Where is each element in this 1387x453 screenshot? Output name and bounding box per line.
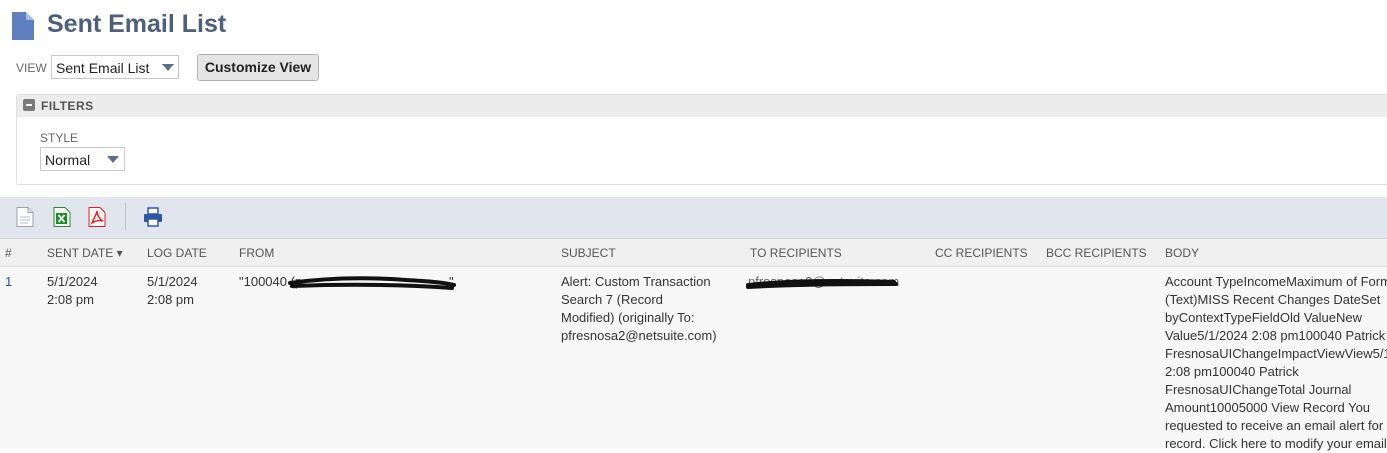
- redaction-scribble: [746, 279, 898, 289]
- body-line: FresnosaUIChangeImpactViewView5/1: [1165, 346, 1387, 361]
- chevron-down-icon: [107, 156, 119, 163]
- view-select-value: Sent Email List: [56, 60, 150, 76]
- column-header-subject[interactable]: SUBJECT: [561, 246, 616, 260]
- body-line: (Text)MISS Recent Changes DateSet: [1165, 292, 1381, 307]
- column-header-body[interactable]: BODY: [1165, 246, 1199, 260]
- body-line: Value5/1/2024 2:08 pm100040 Patrick: [1165, 328, 1386, 343]
- subject-line: pfresnosa2@netsuite.com): [561, 328, 717, 343]
- column-header-cc-recipients[interactable]: CC RECIPIENTS: [935, 246, 1028, 260]
- pdf-icon[interactable]: [88, 207, 106, 227]
- body-cell: Account TypeIncomeMaximum of Form (Text)…: [1165, 273, 1387, 453]
- view-label: VIEW: [16, 61, 47, 75]
- print-icon[interactable]: [143, 207, 163, 227]
- collapse-icon[interactable]: [23, 99, 35, 111]
- column-header-to-recipients[interactable]: TO RECIPIENTS: [750, 246, 842, 260]
- list-toolbar: [0, 197, 1387, 238]
- document-page-icon: [12, 12, 34, 40]
- subject-line: Search 7 (Record: [561, 292, 663, 307]
- column-header-number: #: [5, 246, 12, 260]
- page-title: Sent Email List: [47, 10, 227, 38]
- filters-header[interactable]: [17, 95, 1387, 117]
- body-line: 2:08 pm100040 Patrick: [1165, 364, 1299, 379]
- excel-icon[interactable]: [53, 207, 71, 227]
- style-select-value: Normal: [45, 152, 91, 168]
- sent-date-cell: 5/1/2024 2:08 pm: [47, 273, 98, 309]
- log-date-day: 5/1/2024: [147, 274, 198, 289]
- subject-line: Alert: Custom Transaction: [561, 274, 711, 289]
- body-line: byContextTypeFieldOld ValueNew: [1165, 310, 1363, 325]
- body-line: record. Click here to modify your email: [1165, 436, 1387, 451]
- style-select[interactable]: Normal: [40, 147, 125, 171]
- body-line: Account TypeIncomeMaximum of Form: [1165, 274, 1387, 289]
- customize-view-button[interactable]: Customize View: [197, 54, 319, 81]
- column-header-log-date[interactable]: LOG DATE: [147, 246, 207, 260]
- sent-date-time: 2:08 pm: [47, 292, 94, 307]
- column-header-sent-date[interactable]: SENT DATE ▾: [47, 246, 123, 260]
- row-number-link[interactable]: 1: [5, 273, 12, 291]
- body-line: Amount10005000 View Record You: [1165, 400, 1371, 415]
- filters-title: FILTERS: [41, 99, 94, 113]
- view-select[interactable]: Sent Email List: [51, 55, 179, 79]
- column-header-from[interactable]: FROM: [239, 246, 274, 260]
- log-date-cell: 5/1/2024 2:08 pm: [147, 273, 198, 309]
- subject-line: Modified) (originally To:: [561, 310, 695, 325]
- sent-date-day: 5/1/2024: [47, 274, 98, 289]
- body-line: requested to receive an email alert for: [1165, 418, 1384, 433]
- chevron-down-icon: [162, 64, 174, 71]
- column-header-bcc-recipients[interactable]: BCC RECIPIENTS: [1046, 246, 1147, 260]
- body-line: FresnosaUIChangeTotal Journal: [1165, 382, 1352, 397]
- subject-cell: Alert: Custom Transaction Search 7 (Reco…: [561, 273, 717, 345]
- toolbar-separator: [125, 203, 126, 230]
- document-icon[interactable]: [16, 207, 34, 227]
- log-date-time: 2:08 pm: [147, 292, 194, 307]
- style-label: STYLE: [40, 131, 79, 145]
- redaction-scribble: [288, 276, 456, 290]
